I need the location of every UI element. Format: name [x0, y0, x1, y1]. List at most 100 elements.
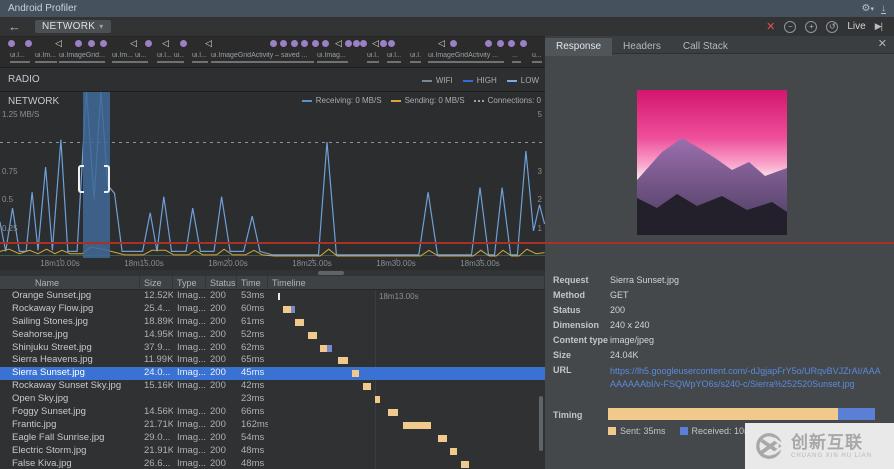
request-timeline-bar[interactable] [403, 421, 431, 429]
activity-event-dot[interactable] [180, 40, 187, 47]
back-button[interactable]: ← [8, 19, 21, 34]
activity-event-dot[interactable] [270, 40, 277, 47]
request-timeline-bar[interactable] [461, 460, 469, 468]
activity-event-dot[interactable] [353, 40, 360, 47]
detail-field-label: Method [553, 290, 585, 300]
table-row[interactable]: Open Sky.jpg 23ms [0, 393, 545, 406]
activity-event-dot[interactable] [145, 40, 152, 47]
activity-event-dot[interactable] [322, 40, 329, 47]
activity-label: ui.ImageGrid... [59, 52, 105, 63]
table-cell: 200 [210, 302, 226, 314]
zoom-in-button[interactable]: + [805, 20, 818, 33]
request-timeline-bar[interactable] [295, 318, 304, 326]
column-header-status[interactable]: Status [206, 276, 237, 289]
network-section-label: NETWORK [8, 96, 60, 107]
request-timeline-bar[interactable] [283, 305, 295, 313]
request-timeline-bar[interactable] [308, 331, 317, 339]
vertical-scrollbar-thumb[interactable] [539, 396, 543, 451]
network-chart[interactable]: NETWORK Receiving: 0 MB/S Sending: 0 MB/S… [0, 92, 545, 258]
timing-bar [608, 408, 875, 420]
selection-handle-right[interactable] [104, 165, 110, 193]
table-row[interactable]: Rockaway Flow.jpg 25.4... Imag... 200 60ms [0, 303, 545, 316]
table-row[interactable]: Seahorse.jpg 14.95K Imag... 200 52ms [0, 329, 545, 342]
activity-event-dot[interactable] [301, 40, 308, 47]
activity-event-dot[interactable] [88, 40, 95, 47]
table-row[interactable]: Sailing Stones.jpg 18.89K Imag... 200 61ms [0, 316, 545, 329]
horizontal-scrollbar-thumb[interactable] [318, 271, 344, 275]
back-event-triangle-icon[interactable]: ◁ [438, 37, 445, 49]
request-timeline-bar[interactable] [338, 357, 348, 365]
column-header-type[interactable]: Type [173, 276, 206, 289]
back-event-triangle-icon[interactable]: ◁ [335, 37, 342, 49]
url-link[interactable]: https://lh5.googleusercontent.com/-dJgja… [610, 363, 882, 391]
table-row[interactable]: Rockaway Sunset Sky.jpg 15.16K Imag... 200 4… [0, 380, 545, 393]
request-timeline-bar[interactable] [438, 434, 447, 442]
tab-response[interactable]: Response [545, 38, 613, 56]
column-header-time[interactable]: Time [237, 276, 268, 289]
url-field-label: URL [553, 365, 572, 375]
activity-event-dot[interactable] [450, 40, 457, 47]
activity-event-dot[interactable] [25, 40, 32, 47]
request-timeline-bar[interactable] [388, 409, 398, 417]
table-header[interactable]: Name Size Type Status Time Timeline [0, 276, 545, 290]
skip-to-live-icon[interactable]: ▶| [875, 21, 883, 32]
table-row[interactable]: Orange Sunset.jpg 12.52K Imag... 200 53ms [0, 290, 545, 303]
live-button[interactable]: Live [847, 21, 865, 32]
back-event-triangle-icon[interactable]: ◁ [162, 37, 169, 49]
reset-zoom-button[interactable]: ↺ [826, 20, 839, 33]
activity-event-dot[interactable] [100, 40, 107, 47]
download-icon[interactable]: ↓ [881, 3, 886, 14]
back-event-triangle-icon[interactable]: ◁ [130, 37, 137, 49]
table-cell: Imag... [177, 406, 206, 418]
tab-headers[interactable]: Headers [612, 38, 672, 56]
zoom-out-button[interactable]: − [784, 20, 797, 33]
activity-event-dot[interactable] [485, 40, 492, 47]
table-row[interactable]: Sierra Heavens.jpg 11.99K Imag... 200 65ms [0, 354, 545, 367]
selection-handle-left[interactable] [78, 165, 84, 193]
table-row[interactable]: Eagle Fall Sunrise.jpg 29.0... Imag... 200 5… [0, 432, 545, 445]
table-cell: Imag... [177, 380, 206, 392]
settings-gear-icon[interactable]: ⚙▾ [862, 0, 874, 18]
column-header-name[interactable]: Name [0, 276, 140, 289]
close-panel-icon[interactable]: ✕ [878, 37, 887, 50]
activity-event-dot[interactable] [291, 40, 298, 47]
android-profiler-window: Android Profiler ⚙▾ ↓ ← NETWORK ▾ ✕ − + ↺… [0, 0, 894, 469]
request-timeline-bar[interactable] [450, 447, 457, 455]
detail-field-label: Dimension [553, 320, 600, 330]
column-header-size[interactable]: Size [140, 276, 173, 289]
time-axis-label: 18m20.00s [208, 259, 248, 268]
request-timeline-bar[interactable] [352, 370, 359, 378]
table-row[interactable]: False Kiva.jpg 26.6... Imag... 200 48ms [0, 458, 545, 469]
activity-event-dot[interactable] [380, 40, 387, 47]
back-event-triangle-icon[interactable]: ◁ [55, 37, 62, 49]
end-session-button[interactable]: ✕ [766, 20, 775, 33]
table-cell: Imag... [177, 290, 206, 301]
request-timeline-bar[interactable] [320, 344, 332, 352]
back-event-triangle-icon[interactable]: ◁ [372, 37, 379, 49]
activity-event-dot[interactable] [312, 40, 319, 47]
activity-event-dot[interactable] [520, 40, 527, 47]
table-row[interactable]: Electric Storm.jpg 21.91K Imag... 200 48ms [0, 445, 545, 458]
session-selector-network[interactable]: NETWORK ▾ [35, 20, 111, 33]
activity-event-dot[interactable] [508, 40, 515, 47]
activity-event-dot[interactable] [388, 40, 395, 47]
request-timeline-bar[interactable] [375, 396, 380, 404]
event-timeline[interactable]: ◁ ◁ ◁ ◁ ◁ ◁ ◁ ui.l... ui.Im... ui.ImageGrid... ui.… [0, 37, 545, 67]
activity-event-dot[interactable] [360, 40, 367, 47]
request-timeline-bar[interactable] [278, 293, 280, 300]
table-row[interactable]: Sierra Sunset.jpg 24.0... Imag... 200 45ms [0, 367, 545, 381]
activity-event-dot[interactable] [280, 40, 287, 47]
table-row[interactable]: Frantic.jpg 21.71K Imag... 200 162ms [0, 419, 545, 432]
activity-event-dot[interactable] [8, 40, 15, 47]
column-header-timeline[interactable]: Timeline [268, 276, 545, 289]
back-event-triangle-icon[interactable]: ◁ [205, 37, 212, 49]
table-cell: Eagle Fall Sunrise.jpg [12, 431, 105, 443]
activity-label: ui.Im... ui... [112, 52, 148, 63]
tab-call-stack[interactable]: Call Stack [672, 38, 739, 56]
table-row[interactable]: Foggy Sunset.jpg 14.56K Imag... 200 66ms [0, 406, 545, 419]
activity-event-dot[interactable] [345, 40, 352, 47]
request-timeline-bar[interactable] [363, 383, 371, 391]
activity-event-dot[interactable] [497, 40, 504, 47]
table-row[interactable]: Shinjuku Street.jpg 37.9... Imag... 200 62ms [0, 342, 545, 355]
activity-event-dot[interactable] [75, 40, 82, 47]
